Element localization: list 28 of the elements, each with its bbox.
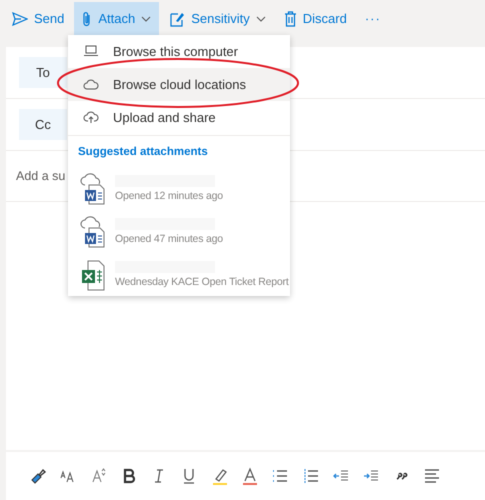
- trash-icon: [284, 10, 297, 26]
- laptop-icon: [83, 45, 99, 58]
- send-icon: [12, 12, 28, 26]
- word-file-icon: [79, 172, 107, 205]
- cloud-icon: [83, 78, 99, 90]
- sensitivity-button[interactable]: Sensitivity: [161, 2, 274, 35]
- word-file-icon: [79, 216, 107, 248]
- subject-field[interactable]: Add a su: [16, 169, 66, 183]
- section-heading: Suggested attachments: [77, 144, 209, 160]
- recipient-button[interactable]: Cc: [19, 109, 67, 140]
- discard-button[interactable]: Discard: [276, 2, 355, 35]
- paperclip-icon: [82, 10, 92, 26]
- file-subtitle: Opened 12 minutes ago: [115, 190, 223, 202]
- send-button[interactable]: Send: [4, 2, 72, 35]
- document-pen-icon: [169, 10, 186, 26]
- menu-item[interactable]: Upload and share: [68, 100, 290, 134]
- file-item[interactable]: Wednesday KACE Open Ticket Report: [68, 253, 290, 296]
- file-subtitle: Wednesday KACE Open Ticket Report: [115, 276, 289, 288]
- attach-button[interactable]: Attach: [74, 2, 160, 35]
- menu-item[interactable]: Browse this computer: [68, 35, 290, 68]
- excel-file-icon: [79, 258, 107, 291]
- file-subtitle: Opened 47 minutes ago: [115, 233, 223, 246]
- file-item[interactable]: Opened 47 minutes ago: [68, 210, 290, 254]
- file-item[interactable]: Opened 12 minutes ago: [68, 168, 290, 210]
- recipient-button[interactable]: To: [19, 57, 67, 88]
- menu-item[interactable]: Browse cloud locations: [68, 68, 290, 101]
- cloud-upload-icon: [83, 110, 99, 124]
- more-button[interactable]: ···: [356, 2, 389, 35]
